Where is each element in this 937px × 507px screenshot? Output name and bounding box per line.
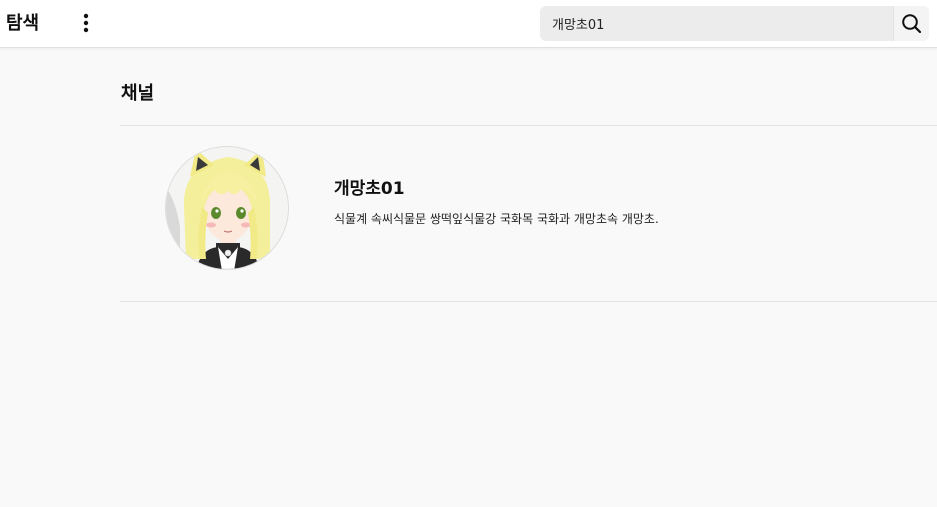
vertical-ellipsis-icon [83, 13, 89, 33]
search-input[interactable] [540, 6, 894, 41]
more-options-button[interactable] [74, 10, 98, 36]
top-app-bar: 탐색 [0, 0, 937, 48]
channel-description: 식물계 속씨식물문 쌍떡잎식물강 국화목 국화과 개망초속 개망초. [334, 212, 659, 226]
search-icon [902, 14, 922, 34]
search-box [540, 6, 929, 41]
section-title: 채널 [121, 83, 155, 104]
search-button[interactable] [893, 6, 929, 41]
channel-result-item[interactable]: 개망초01 식물계 속씨식물문 쌍떡잎식물강 국화목 국화과 개망초속 개망초. [120, 126, 937, 301]
page-title: 탐색 [6, 13, 40, 34]
divider [120, 301, 937, 302]
channel-avatar[interactable] [165, 146, 289, 270]
avatar-image [166, 147, 288, 269]
channel-name[interactable]: 개망초01 [334, 174, 405, 199]
